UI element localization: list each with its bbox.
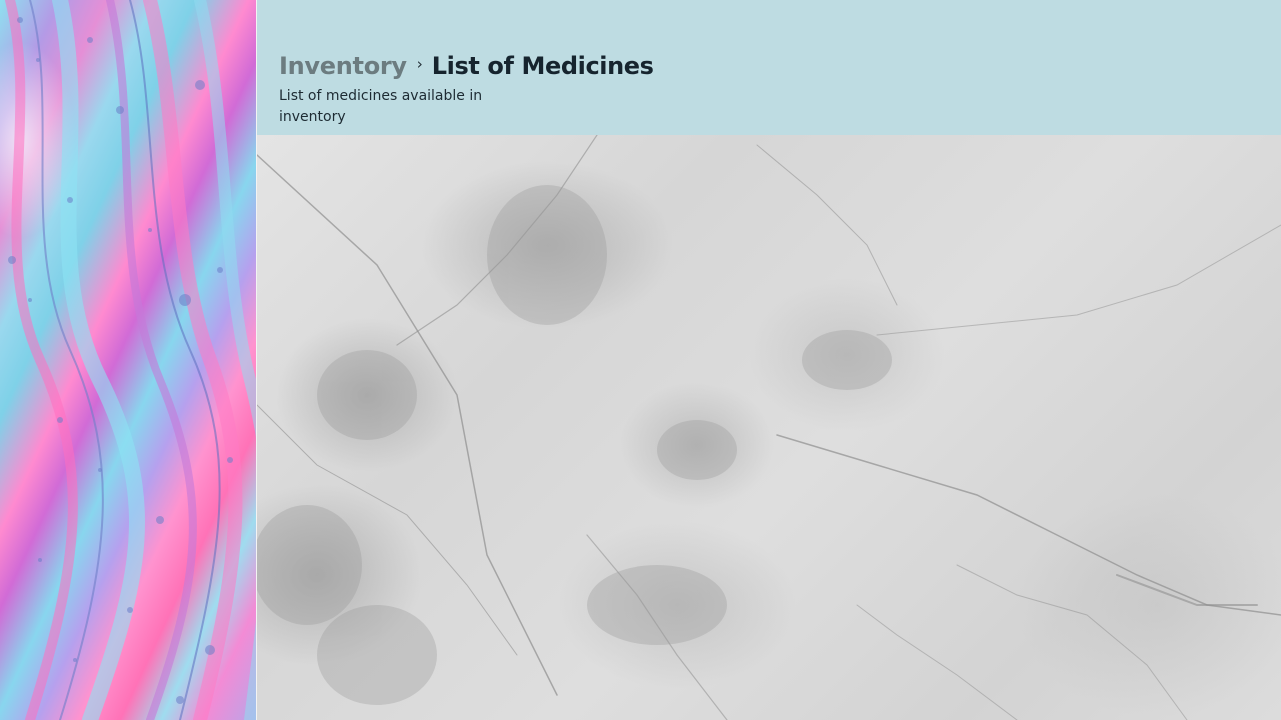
page-header: Inventory › List of Medicines List of me…	[257, 0, 1281, 135]
page-subtitle: List of medicines available in inventory	[279, 88, 483, 125]
page-title: List of Medicines	[431, 52, 654, 80]
marble-texture	[257, 135, 1281, 720]
side-decorative-panel	[0, 0, 257, 720]
chevron-right-icon: ›	[416, 55, 423, 73]
breadcrumb: Inventory › List of Medicines	[279, 52, 654, 80]
app-root: Inventory › List of Medicines List of me…	[0, 0, 1281, 720]
fluid-art-texture	[5, 0, 256, 720]
main-content-area	[257, 135, 1281, 720]
breadcrumb-link-inventory[interactable]: Inventory	[279, 52, 407, 80]
